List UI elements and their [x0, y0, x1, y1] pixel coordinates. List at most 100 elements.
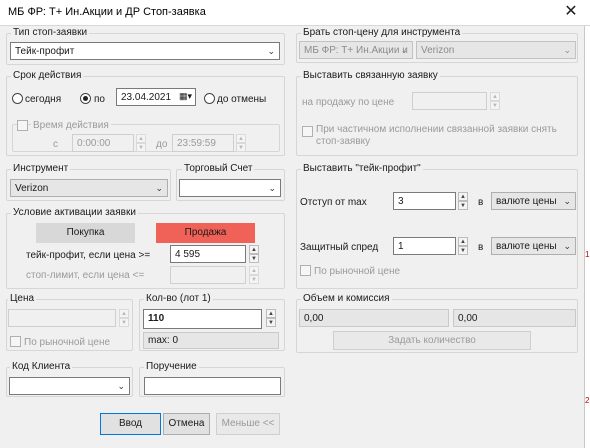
take-profit-price-field[interactable]: 4 595 — [170, 245, 246, 263]
expiry-date-field[interactable]: 23.04.2021 ▦▾ — [116, 88, 196, 106]
spin-down-icon[interactable]: ▼ — [458, 246, 468, 255]
qty-value: 110 — [148, 313, 165, 324]
offset-field[interactable]: 3 — [393, 192, 456, 210]
calendar-icon[interactable]: ▦▾ — [179, 91, 192, 102]
spin-up-icon[interactable]: ▲ — [458, 192, 468, 201]
offset-unit-select[interactable]: валюте цены ⌄ — [491, 192, 576, 210]
chevron-down-icon: ⌄ — [117, 381, 125, 391]
radio-until-cancel[interactable] — [204, 93, 215, 104]
stop-price-source-label: Брать стоп-цену для инструмента — [301, 27, 463, 38]
enter-button[interactable]: Ввод — [100, 413, 161, 435]
radio-until-date-label: по — [94, 94, 105, 105]
client-label: Код Клиента — [10, 361, 73, 372]
radio-until-date[interactable] — [80, 93, 91, 104]
chevron-down-icon: ⌄ — [563, 45, 571, 55]
spin-up-icon[interactable]: ▲ — [249, 245, 259, 254]
spread-label: Защитный спред — [300, 242, 379, 253]
time-from-field[interactable]: 0:00:00 — [72, 134, 134, 152]
comment-field[interactable] — [144, 377, 281, 395]
commission-value: 0,00 — [458, 313, 478, 324]
spread-spinner[interactable]: ▲ ▼ — [458, 237, 468, 255]
linked-order-label: Выставить связанную заявку — [301, 70, 440, 81]
set-quantity-button[interactable]: Задать количество — [333, 331, 531, 350]
spin-down-icon[interactable]: ▼ — [458, 201, 468, 210]
spin-up-icon[interactable]: ▲ — [458, 237, 468, 246]
chevron-down-icon: ⌄ — [563, 196, 571, 206]
time-checkbox[interactable] — [17, 120, 28, 131]
stop-limit-price-field[interactable] — [170, 266, 246, 284]
spread-unit-select[interactable]: валюте цены ⌄ — [491, 237, 576, 255]
spin-up-icon[interactable]: ▲ — [266, 309, 276, 318]
spin-up-icon[interactable]: ▲ — [490, 92, 500, 101]
side-mark: 2 — [585, 396, 590, 405]
instrument-label: Инструмент — [11, 163, 71, 174]
spin-up-icon[interactable]: ▲ — [119, 309, 129, 318]
chevron-down-icon: ⌄ — [268, 183, 276, 193]
activation-label: Условие активации заявки — [11, 207, 138, 218]
account-select[interactable]: ⌄ — [179, 179, 281, 197]
qty-spinner[interactable]: ▲ ▼ — [266, 309, 276, 327]
window-title: МБ ФР: Т+ Ин.Акции и ДР Стоп-заявка — [8, 6, 206, 18]
client-select[interactable]: ⌄ — [9, 377, 130, 395]
instrument-select[interactable]: Verizon ⌄ — [10, 179, 168, 197]
price-spinner[interactable]: ▲ ▼ — [119, 309, 129, 327]
stop-limit-label: стоп-лимит, если цена <= — [26, 270, 145, 281]
chevron-down-icon: ⌄ — [155, 183, 163, 193]
stop-limit-spinner[interactable]: ▲ ▼ — [249, 266, 259, 284]
spread-value: 1 — [398, 241, 404, 252]
spin-down-icon[interactable]: ▼ — [249, 275, 259, 284]
time-to-spinner[interactable]: ▲ ▼ — [236, 134, 246, 152]
sell-button[interactable]: Продажа — [156, 223, 255, 243]
tp-market-checkbox[interactable] — [300, 265, 311, 276]
spin-down-icon[interactable]: ▼ — [236, 143, 246, 152]
time-from-label: с — [53, 139, 58, 150]
buy-button[interactable]: Покупка — [36, 223, 135, 243]
time-from-spinner[interactable]: ▲ ▼ — [136, 134, 146, 152]
radio-today[interactable] — [12, 93, 23, 104]
volume-value: 0,00 — [304, 313, 324, 324]
spin-up-icon[interactable]: ▲ — [136, 134, 146, 143]
tp-market-label: По рыночной цене — [314, 266, 401, 277]
price-market-label: По рыночной цене — [24, 337, 111, 348]
linked-partial-checkbox[interactable] — [302, 126, 313, 137]
spin-down-icon[interactable]: ▼ — [266, 318, 276, 327]
time-to-field[interactable]: 23:59:59 — [172, 134, 234, 152]
expiry-label: Срок действия — [11, 70, 84, 81]
time-to-value: 23:59:59 — [177, 138, 216, 149]
offset-label: Отступ от max — [300, 197, 367, 208]
take-profit-settings-label: Выставить "тейк-профит" — [301, 163, 423, 174]
offset-spinner[interactable]: ▲ ▼ — [458, 192, 468, 210]
spin-up-icon[interactable]: ▲ — [236, 134, 246, 143]
chevron-down-icon: ⌄ — [267, 46, 275, 56]
commission-field: 0,00 — [453, 309, 576, 327]
title-bar: МБ ФР: Т+ Ин.Акции и ДР Стоп-заявка ✕ — [0, 0, 590, 26]
take-profit-spinner[interactable]: ▲ ▼ — [249, 245, 259, 263]
qty-field[interactable]: 110 — [143, 309, 262, 329]
spin-down-icon[interactable]: ▼ — [136, 143, 146, 152]
price-market-checkbox[interactable] — [10, 336, 21, 347]
spread-field[interactable]: 1 — [393, 237, 456, 255]
stop-price-instrument-select[interactable]: Verizon ⌄ — [416, 41, 576, 59]
radio-until-cancel-label: до отмены — [217, 94, 267, 105]
spin-down-icon[interactable]: ▼ — [119, 318, 129, 327]
radio-today-label: сегодня — [25, 94, 62, 105]
spin-down-icon[interactable]: ▼ — [249, 254, 259, 263]
close-icon[interactable]: ✕ — [562, 3, 580, 21]
time-to-label: до — [156, 139, 168, 150]
spread-unit-value: валюте цены — [496, 241, 557, 252]
spread-in-label: в — [478, 242, 484, 253]
linked-sell-price-field[interactable] — [412, 92, 487, 110]
comment-label: Поручение — [144, 361, 199, 372]
time-from-value: 0:00:00 — [77, 138, 111, 149]
chevron-down-icon: ⌄ — [400, 45, 408, 55]
expiry-date-value: 23.04.2021 — [121, 92, 172, 103]
less-button[interactable]: Меньше << — [216, 413, 280, 435]
linked-sell-spinner[interactable]: ▲ ▼ — [490, 92, 500, 110]
spin-up-icon[interactable]: ▲ — [249, 266, 259, 275]
order-type-select[interactable]: Тейк-профит ⌄ — [10, 42, 280, 60]
spin-down-icon[interactable]: ▼ — [490, 101, 500, 110]
cancel-button[interactable]: Отмена — [163, 413, 210, 435]
price-field[interactable] — [8, 309, 116, 327]
time-label: Время действия — [31, 120, 111, 131]
stop-price-class-select[interactable]: МБ ФР: Т+ Ин.Акции и ⌄ — [299, 41, 413, 59]
